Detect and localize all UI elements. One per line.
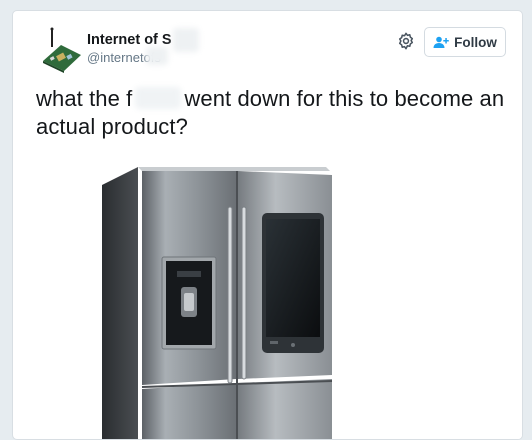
add-user-icon (433, 36, 449, 48)
follow-label: Follow (454, 34, 497, 50)
follow-button[interactable]: Follow (424, 27, 506, 57)
tweet-image[interactable] (36, 145, 523, 440)
gear-icon[interactable] (397, 32, 415, 50)
tweet-text: what the f went down for this to become a… (36, 85, 511, 141)
author-name[interactable]: Internet of S (87, 32, 172, 48)
handle-redaction (146, 47, 168, 65)
tweet-card: Internet of S @internetofs Follow what t… (12, 10, 523, 440)
avatar[interactable] (38, 27, 84, 73)
tweet-text-start: what the f (36, 86, 133, 111)
text-redaction (135, 87, 182, 109)
name-redaction (173, 28, 199, 52)
